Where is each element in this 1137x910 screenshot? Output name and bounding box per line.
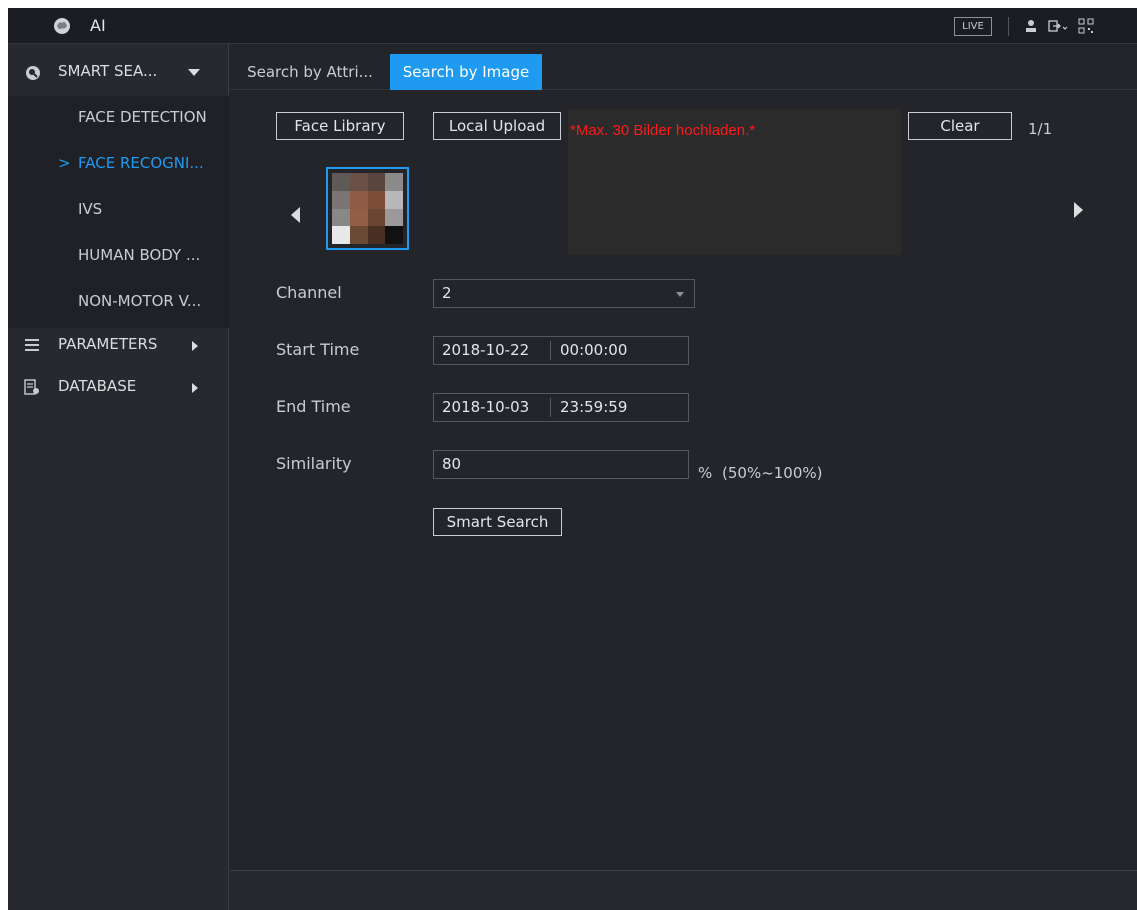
sidebar-item-face-recognition[interactable]: > FACE RECOGNI... xyxy=(8,142,229,188)
sidebar-item-label: HUMAN BODY ... xyxy=(78,246,201,264)
previous-image-arrow-icon[interactable] xyxy=(291,207,300,223)
start-time-field[interactable]: 2018-10-22 00:00:00 xyxy=(433,336,689,365)
clear-button[interactable]: Clear xyxy=(908,112,1012,140)
chevron-down-icon xyxy=(188,69,200,76)
sidebar-item-label: DATABASE xyxy=(58,377,137,395)
percent-sign: % xyxy=(698,464,713,482)
tab-search-by-image[interactable]: Search by Image xyxy=(390,54,542,90)
live-button[interactable]: LIVE xyxy=(954,17,992,36)
similarity-value: 80 xyxy=(442,455,462,473)
database-icon xyxy=(24,379,39,395)
start-date-value[interactable]: 2018-10-22 xyxy=(442,341,529,359)
similarity-range-hint: (50%~100%) xyxy=(722,464,823,482)
app-window: AI LIVE SMART SEA... FACE DETECTION > FA… xyxy=(8,8,1137,910)
chevron-right-icon xyxy=(192,383,198,393)
chevron-right-icon: > xyxy=(58,154,71,172)
smart-search-button[interactable]: Smart Search xyxy=(433,508,562,536)
dropdown-arrow-icon xyxy=(676,292,684,297)
sidebar-item-label: PARAMETERS xyxy=(58,335,158,353)
qr-code-icon[interactable] xyxy=(1078,18,1094,34)
similarity-label: Similarity xyxy=(276,454,352,473)
app-title: AI xyxy=(90,16,106,35)
sidebar-item-human-body[interactable]: HUMAN BODY ... xyxy=(8,234,229,280)
channel-value: 2 xyxy=(442,284,452,302)
sidebar-item-non-motor-vehicle[interactable]: NON-MOTOR V... xyxy=(8,280,229,326)
end-time-value[interactable]: 23:59:59 xyxy=(560,394,627,421)
sidebar-item-parameters[interactable]: PARAMETERS xyxy=(8,326,229,366)
end-date-value[interactable]: 2018-10-03 xyxy=(442,398,529,416)
end-time-label: End Time xyxy=(276,397,351,416)
channel-label: Channel xyxy=(276,283,342,302)
face-image-thumbnail[interactable] xyxy=(326,167,409,250)
face-library-button[interactable]: Face Library xyxy=(276,112,404,140)
page-indicator: 1/1 xyxy=(1028,120,1053,138)
user-icon[interactable] xyxy=(1023,18,1039,34)
brain-icon xyxy=(54,18,70,34)
sidebar: SMART SEA... FACE DETECTION > FACE RECOG… xyxy=(8,44,229,910)
datetime-divider xyxy=(550,341,551,360)
smart-search-submenu: FACE DETECTION > FACE RECOGNI... IVS HUM… xyxy=(8,96,229,328)
channel-select[interactable]: 2 xyxy=(433,279,695,308)
start-time-label: Start Time xyxy=(276,340,360,359)
title-bar: AI LIVE xyxy=(8,8,1137,44)
smart-search-icon xyxy=(26,66,40,80)
title-bar-divider xyxy=(1008,17,1009,36)
start-time-value[interactable]: 00:00:00 xyxy=(560,337,627,364)
sidebar-item-face-detection[interactable]: FACE DETECTION xyxy=(8,96,229,142)
local-upload-button[interactable]: Local Upload xyxy=(433,112,561,140)
logout-icon[interactable] xyxy=(1048,18,1068,34)
upload-limit-warning: *Max. 30 Bilder hochladen.* xyxy=(570,122,756,139)
sidebar-header-label: SMART SEA... xyxy=(58,62,158,80)
sidebar-item-smart-search[interactable]: SMART SEA... xyxy=(8,54,229,92)
status-bar xyxy=(230,870,1137,910)
chevron-right-icon xyxy=(192,341,198,351)
sidebar-item-label: NON-MOTOR V... xyxy=(78,292,202,310)
sidebar-item-label: IVS xyxy=(78,200,103,218)
tab-bar: Search by Attri... Search by Image xyxy=(230,44,1137,90)
next-image-arrow-icon[interactable] xyxy=(1074,202,1083,218)
end-time-field[interactable]: 2018-10-03 23:59:59 xyxy=(433,393,689,422)
sidebar-item-database[interactable]: DATABASE xyxy=(8,368,229,408)
sidebar-item-label: FACE DETECTION xyxy=(78,108,207,126)
pixelated-face-image xyxy=(332,173,403,244)
list-icon xyxy=(25,339,39,351)
datetime-divider xyxy=(550,398,551,417)
sidebar-item-label: FACE RECOGNI... xyxy=(78,154,204,172)
tab-search-by-attribute[interactable]: Search by Attri... xyxy=(234,54,386,90)
sidebar-item-ivs[interactable]: IVS xyxy=(8,188,229,234)
similarity-input[interactable]: 80 xyxy=(433,450,689,479)
